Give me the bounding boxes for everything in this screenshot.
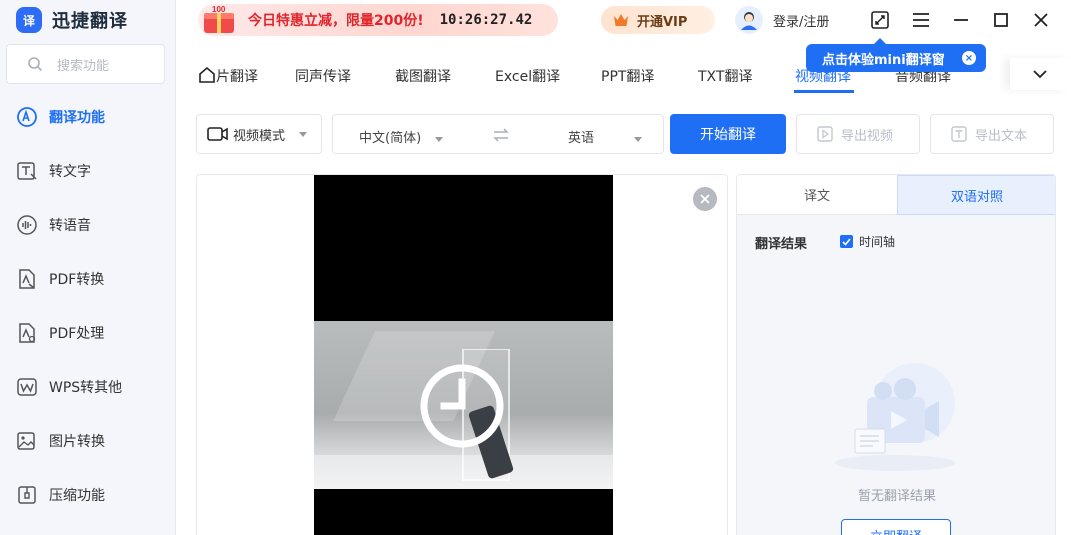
search-placeholder: 搜索功能 bbox=[57, 58, 110, 74]
compress-icon bbox=[18, 486, 36, 504]
loading-clock-icon bbox=[420, 364, 504, 448]
tab-bilingual[interactable]: 双语对照 bbox=[897, 175, 1055, 215]
sidebar-item-label: 图片转换 bbox=[49, 434, 105, 450]
start-translate-button[interactable]: 开始翻译 bbox=[670, 114, 786, 154]
video-frame bbox=[314, 321, 613, 489]
pdf-convert-icon bbox=[19, 269, 35, 289]
export-video-button[interactable]: 导出视频 bbox=[796, 114, 920, 154]
sidebar-item-compress[interactable]: 压缩功能 bbox=[0, 468, 175, 522]
menu-icon bbox=[913, 13, 929, 27]
tabs-more-button[interactable] bbox=[1010, 58, 1070, 90]
app-logo: 译 迅捷翻译 bbox=[16, 6, 128, 34]
translation-result-panel: 译文 双语对照 翻译结果 时间轴 暂无翻译结果 立即翻译 bbox=[736, 174, 1056, 535]
home-icon bbox=[199, 66, 215, 83]
swap-icon[interactable] bbox=[492, 127, 510, 143]
sidebar-item-image-convert[interactable]: 图片转换 bbox=[0, 414, 175, 468]
tab-translation[interactable]: 译文 bbox=[737, 175, 897, 215]
app-title: 迅捷翻译 bbox=[52, 11, 128, 32]
sidebar-item-label: 转语音 bbox=[49, 218, 91, 234]
maximize-icon bbox=[994, 13, 1008, 27]
export-video-icon bbox=[817, 126, 833, 142]
video-player[interactable] bbox=[314, 175, 613, 535]
close-icon bbox=[700, 194, 710, 204]
mini-window-button[interactable] bbox=[868, 8, 892, 32]
login-label: 登录/注册 bbox=[773, 14, 830, 30]
tooltip-text: 点击体验mini翻译窗 bbox=[822, 52, 945, 68]
logo-icon: 译 bbox=[16, 7, 42, 33]
vip-button[interactable]: 开通VIP bbox=[601, 6, 715, 34]
tab-ppt[interactable]: PPT翻译 bbox=[601, 66, 654, 86]
translate-now-button[interactable]: 立即翻译 bbox=[841, 519, 951, 535]
minimize-button[interactable] bbox=[949, 8, 973, 32]
active-tab-indicator bbox=[794, 90, 854, 93]
voice-icon bbox=[17, 215, 37, 235]
source-language-select[interactable]: 中文(简体) bbox=[359, 127, 444, 146]
video-camera-icon bbox=[207, 127, 228, 141]
app-window: 译 迅捷翻译 搜索功能 翻译功能 转文字 转语音 PDF转换 PDF处理 WPS… bbox=[0, 0, 1071, 535]
sidebar-item-pdf-process[interactable]: PDF处理 bbox=[0, 306, 175, 360]
tab-txt[interactable]: TXT翻译 bbox=[698, 66, 752, 86]
caret-down-icon bbox=[299, 131, 308, 137]
promo-countdown: 10:26:27.42 bbox=[439, 12, 533, 28]
sidebar-item-translate[interactable]: 翻译功能 bbox=[0, 90, 175, 144]
image-convert-icon bbox=[17, 432, 35, 450]
vip-label: 开通VIP bbox=[637, 14, 688, 30]
login-button[interactable]: 登录/注册 bbox=[735, 6, 829, 34]
minimize-icon bbox=[954, 19, 968, 21]
maximize-button[interactable] bbox=[989, 8, 1013, 32]
timeline-checkbox[interactable]: 时间轴 bbox=[840, 233, 895, 250]
sidebar-item-label: 转文字 bbox=[49, 164, 91, 180]
export-text-icon bbox=[951, 126, 967, 142]
caret-down-icon bbox=[435, 137, 444, 142]
sidebar-item-label: 翻译功能 bbox=[49, 110, 105, 126]
sidebar-item-label: PDF转换 bbox=[49, 272, 105, 288]
mode-select[interactable]: 视频模式 bbox=[196, 114, 322, 154]
timeline-label: 时间轴 bbox=[859, 235, 896, 249]
video-preview-panel bbox=[196, 174, 728, 535]
search-input[interactable]: 搜索功能 bbox=[6, 44, 165, 84]
checkbox-checked-icon bbox=[840, 235, 853, 248]
empty-state-text: 暂无翻译结果 bbox=[857, 489, 936, 504]
target-language-select[interactable]: 英语 bbox=[568, 127, 643, 146]
sidebar-item-label: PDF处理 bbox=[49, 326, 105, 342]
text-convert-icon bbox=[17, 162, 37, 180]
sidebar-item-label: WPS转其他 bbox=[49, 380, 123, 396]
wps-icon bbox=[17, 378, 37, 396]
close-button[interactable] bbox=[1029, 8, 1053, 32]
promo-text: 今日特惠立减，限量200份! bbox=[248, 13, 424, 29]
sidebar-item-voice[interactable]: 转语音 bbox=[0, 198, 175, 252]
sidebar-item-pdf-convert[interactable]: PDF转换 bbox=[0, 252, 175, 306]
menu-button[interactable] bbox=[909, 8, 933, 32]
chevron-down-icon bbox=[1033, 70, 1047, 79]
top-bar: 100 今日特惠立减，限量200份! 10:26:27.42 开通VIP 登录/… bbox=[176, 0, 1071, 42]
result-label: 翻译结果 bbox=[755, 237, 808, 252]
sidebar-item-wps[interactable]: WPS转其他 bbox=[0, 360, 175, 414]
promo-banner[interactable]: 100 今日特惠立减，限量200份! 10:26:27.42 bbox=[198, 4, 558, 36]
crown-icon bbox=[614, 14, 628, 26]
mini-window-tooltip[interactable]: 点击体验mini翻译窗 × bbox=[806, 38, 986, 72]
translate-icon bbox=[17, 107, 37, 127]
pdf-process-icon bbox=[19, 323, 36, 343]
remove-video-button[interactable] bbox=[693, 187, 717, 211]
close-icon bbox=[1034, 13, 1048, 27]
language-selector: 中文(简体) 英语 bbox=[332, 114, 664, 154]
tab-image-translate[interactable]: 片翻译 bbox=[198, 66, 258, 86]
tab-screenshot[interactable]: 截图翻译 bbox=[395, 66, 451, 86]
sidebar-nav: 翻译功能 转文字 转语音 PDF转换 PDF处理 WPS转其他 图片转换 压缩功… bbox=[0, 90, 175, 522]
promo-badge: 100 bbox=[212, 5, 226, 14]
tab-excel[interactable]: Excel翻译 bbox=[495, 66, 560, 86]
export-text-button[interactable]: 导出文本 bbox=[930, 114, 1054, 154]
tab-simultaneous[interactable]: 同声传译 bbox=[295, 66, 351, 86]
gift-box-icon: 100 bbox=[200, 5, 240, 35]
mini-window-icon bbox=[871, 11, 889, 29]
caret-down-icon bbox=[634, 137, 643, 142]
avatar bbox=[735, 6, 763, 34]
empty-video-illustration bbox=[835, 363, 955, 471]
tooltip-close-icon[interactable]: × bbox=[962, 51, 976, 65]
mode-label: 视频模式 bbox=[233, 128, 286, 144]
sidebar: 译 迅捷翻译 搜索功能 翻译功能 转文字 转语音 PDF转换 PDF处理 WPS… bbox=[0, 0, 176, 535]
search-icon bbox=[28, 57, 43, 72]
sidebar-item-text-convert[interactable]: 转文字 bbox=[0, 144, 175, 198]
sidebar-item-label: 压缩功能 bbox=[49, 488, 105, 504]
